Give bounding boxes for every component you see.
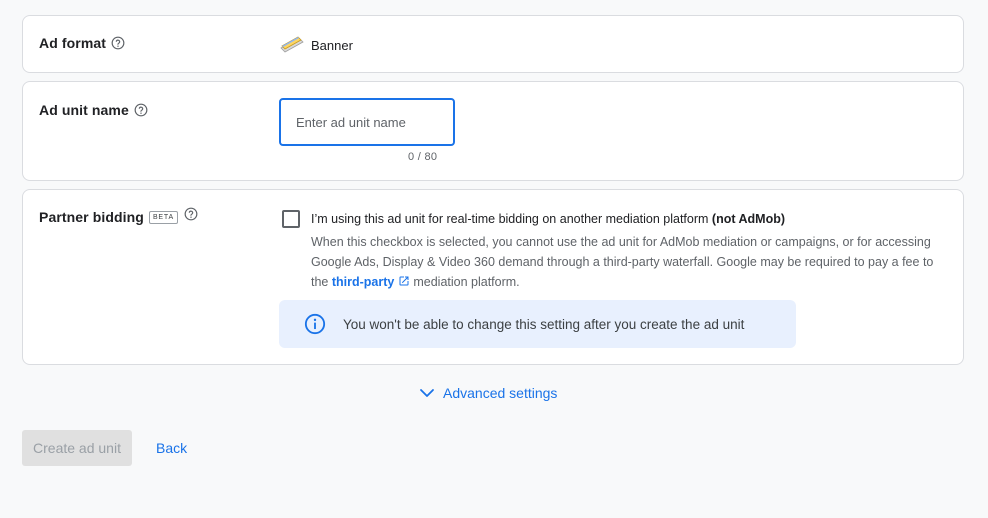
checkbox-label-text: I’m using this ad unit for real-time bid… [311, 212, 712, 226]
info-banner: You won't be able to change this setting… [279, 300, 796, 348]
ad-format-value-text: Banner [311, 37, 353, 53]
help-icon[interactable] [134, 103, 148, 117]
chevron-down-icon [418, 384, 436, 402]
ad-format-section: Ad format Banner [22, 15, 964, 73]
partner-bidding-label-row: Partner bidding BETA [39, 207, 198, 225]
char-counter: 0 / 80 [408, 151, 438, 163]
info-icon [304, 313, 326, 335]
advanced-settings-label: Advanced settings [443, 385, 558, 401]
description-text-end: mediation platform. [413, 275, 520, 289]
back-button[interactable]: Back [148, 430, 195, 466]
ad-unit-name-label: Ad unit name [39, 102, 129, 118]
third-party-link[interactable]: third-party [332, 275, 395, 289]
partner-bidding-description: When this checkbox is selected, you cann… [311, 232, 951, 292]
help-icon[interactable] [184, 207, 198, 221]
banner-icon [279, 34, 305, 56]
partner-bidding-checkbox-label[interactable]: I’m using this ad unit for real-time bid… [311, 212, 785, 226]
partner-bidding-checkbox[interactable] [282, 210, 300, 228]
ad-format-label: Ad format [39, 35, 107, 51]
ad-format-label-row: Ad format [39, 35, 125, 51]
checkbox-label-bold: (not AdMob) [711, 212, 786, 226]
ad-unit-name-label-row: Ad unit name [39, 102, 148, 118]
partner-bidding-label: Partner bidding [39, 209, 144, 225]
advanced-settings-toggle[interactable]: Advanced settings [418, 384, 557, 402]
ad-unit-name-section: Ad unit name 0 / 80 [22, 81, 964, 181]
ad-format-value: Banner [279, 34, 353, 56]
beta-badge: BETA [148, 210, 178, 224]
external-link-icon [398, 275, 410, 287]
help-icon[interactable] [111, 36, 125, 50]
info-text: You won't be able to change this setting… [343, 316, 745, 332]
partner-bidding-section: Partner bidding BETA I’m using this ad u… [22, 189, 964, 365]
create-ad-unit-button[interactable]: Create ad unit [22, 430, 132, 466]
ad-unit-name-input[interactable] [279, 98, 455, 146]
